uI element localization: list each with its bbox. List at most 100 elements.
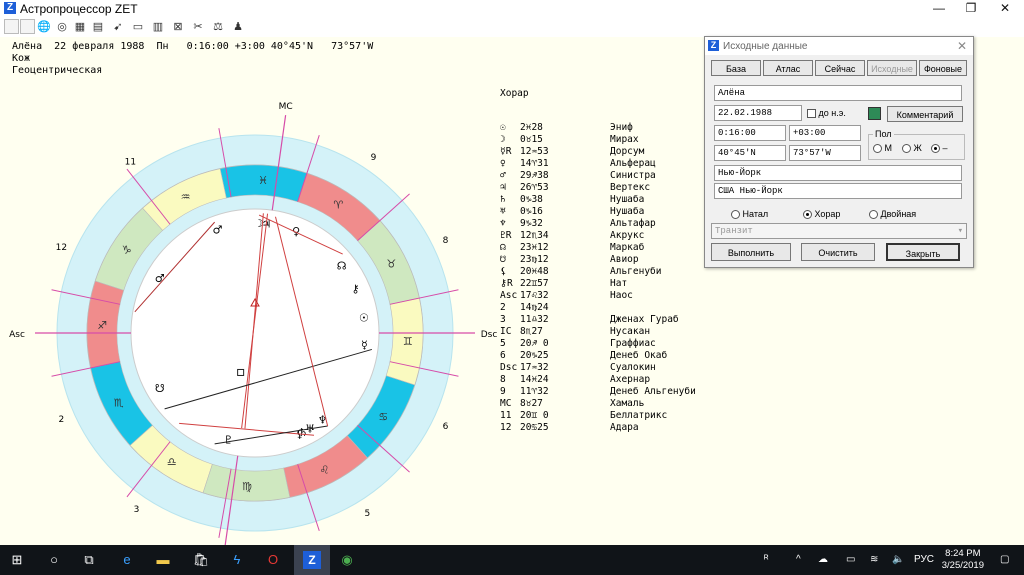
zodiac-sign-glyph: ♍ (242, 480, 252, 493)
blank-tool-button[interactable] (20, 19, 35, 34)
row-star: Альгенуби (610, 266, 662, 277)
planet-glyph: ☿ (361, 338, 368, 351)
row-position: 0♑16 (520, 206, 543, 217)
notifications-icon[interactable]: ▢ (1000, 554, 1009, 565)
sex-none-radio[interactable]: – (931, 143, 948, 154)
clock[interactable]: 8:24 PM 3/25/2019 (942, 548, 984, 572)
star-chart-icon[interactable]: ⊠ (170, 19, 186, 35)
city-field[interactable]: Нью-Йорк (714, 165, 962, 181)
globe-icon[interactable]: 🌐 (36, 19, 52, 35)
row-symbol: ⚷R (500, 278, 513, 289)
row-symbol: Asc (500, 290, 518, 301)
zodiac-sign-glyph: ♐ (97, 319, 107, 332)
table-row: ♃ 26♈53 Вертекс (500, 182, 650, 194)
background-button[interactable]: Фоновые (919, 60, 967, 76)
time-field[interactable]: 0:16:00 (714, 125, 786, 141)
row-position: 23♓12 (520, 242, 549, 253)
calendar-icon[interactable]: ▤ (90, 19, 106, 35)
table-row: 2 14♍24 (500, 302, 549, 314)
map-icon[interactable] (868, 107, 881, 120)
axis-label-dsc: Dsc (481, 330, 498, 340)
grid-icon[interactable]: ▦ (72, 19, 88, 35)
app-shortcut-icon[interactable]: ϟ (228, 551, 246, 569)
volume-icon[interactable]: 🔈 (892, 554, 904, 565)
row-star: Нушаба (610, 206, 645, 217)
wifi-icon[interactable]: ≋ (870, 554, 878, 565)
row-star: Суалокин (610, 362, 656, 373)
source-button[interactable]: Исходные (867, 60, 917, 76)
scales-icon[interactable]: ⚖ (210, 19, 226, 35)
book-icon[interactable]: ▭ (130, 19, 146, 35)
horary-radio[interactable]: Хорар (803, 209, 840, 220)
table-row: ♆ 9♑32 Альтафар (500, 218, 656, 230)
row-position: 23♍12 (520, 254, 549, 265)
windows-start-icon[interactable]: ⊞ (8, 551, 26, 569)
bc-checkbox[interactable]: до н.э. (807, 108, 846, 119)
date-field[interactable]: 22.02.1988 (714, 105, 802, 121)
zodiac-sign-glyph: ♑ (122, 244, 132, 257)
row-position: 17♒32 (520, 362, 549, 373)
sex-f-radio[interactable]: Ж (902, 143, 922, 154)
now-button[interactable]: Сейчас (815, 60, 865, 76)
base-button[interactable]: База (711, 60, 761, 76)
horoscope-wheel[interactable]: ♉♈♓♒♑♐♏♎♍♌♋♊AscDscMCIC1198122635♃☽♀♂☊⚷☉☿… (0, 75, 520, 545)
atlas-button[interactable]: Атлас (763, 60, 813, 76)
row-symbol: ☿R (500, 146, 512, 157)
person-icon[interactable]: ♟ (230, 19, 246, 35)
dialog-close-button[interactable]: Закрыть (886, 243, 960, 261)
row-symbol: ♄ (500, 194, 506, 205)
search-icon[interactable]: ○ (45, 551, 63, 569)
row-star: Адара (610, 422, 639, 433)
store-icon[interactable]: 🛍 (192, 551, 210, 569)
row-position: 20♐ 0 (520, 338, 549, 349)
timezone-field[interactable]: +03:00 (789, 125, 861, 141)
clear-button[interactable]: Очистить (801, 243, 875, 261)
sex-m-radio[interactable]: М (873, 143, 892, 154)
language-indicator[interactable]: РУС (914, 554, 934, 565)
chevron-up-icon[interactable]: ^ (796, 554, 801, 565)
blank-tool-button[interactable] (4, 19, 19, 34)
double-radio[interactable]: Двойная (869, 209, 916, 220)
row-symbol: ♂ (500, 170, 506, 181)
minimize-button[interactable]: — (922, 0, 956, 17)
zet-taskbar-item[interactable]: Z (294, 545, 330, 575)
zodiac-sign-glyph: ♒ (181, 191, 191, 204)
country-field[interactable]: США Нью-Йорк (714, 183, 962, 199)
row-star: Авиор (610, 254, 639, 265)
bc-label: до н.э. (818, 108, 846, 118)
run-button[interactable]: Выполнить (711, 243, 791, 261)
row-symbol: ⚸ (500, 266, 507, 277)
close-button[interactable]: ✕ (988, 0, 1022, 17)
row-position: 0♑38 (520, 194, 543, 205)
people-icon[interactable]: ᴿ (764, 554, 769, 565)
chart-icon[interactable]: ◎ (54, 19, 70, 35)
row-star: Дорсум (610, 146, 645, 157)
comment-button[interactable]: Комментарий (887, 106, 963, 122)
natal-radio[interactable]: Натал (731, 209, 768, 220)
table-icon[interactable]: ▥ (150, 19, 166, 35)
transit-select[interactable]: Транзит ▾ (711, 223, 967, 239)
planet-glyph: ♂ (155, 272, 165, 285)
edge-icon[interactable]: e (118, 551, 136, 569)
table-title: Хорар (500, 88, 529, 99)
table-row: IC 8♏27 Нусакан (500, 326, 650, 338)
battery-icon[interactable]: ▭ (846, 554, 855, 565)
chrome-icon[interactable]: ◉ (338, 551, 356, 569)
row-star: Нусакан (610, 326, 651, 337)
row-symbol: MC (500, 398, 512, 409)
file-explorer-icon[interactable]: ▬ (154, 551, 172, 569)
house-number: 3 (134, 505, 140, 515)
task-view-icon[interactable]: ⧉ (80, 551, 98, 569)
dialog-close-icon[interactable]: ✕ (957, 39, 967, 53)
longitude-field[interactable]: 73°57'W (789, 145, 861, 161)
row-symbol: 9 (500, 386, 506, 397)
row-symbol: Dsc (500, 362, 518, 373)
onedrive-icon[interactable]: ☁ (818, 554, 828, 565)
latitude-field[interactable]: 40°45'N (714, 145, 786, 161)
name-field[interactable]: Алёна (714, 85, 962, 101)
maximize-button[interactable]: ❐ (954, 0, 988, 17)
arrow-icon[interactable]: ➹ (110, 19, 126, 35)
opera-icon[interactable]: O (264, 551, 282, 569)
tools-icon[interactable]: ✂ (190, 19, 206, 35)
planet-glyph: ♇ (223, 434, 233, 447)
